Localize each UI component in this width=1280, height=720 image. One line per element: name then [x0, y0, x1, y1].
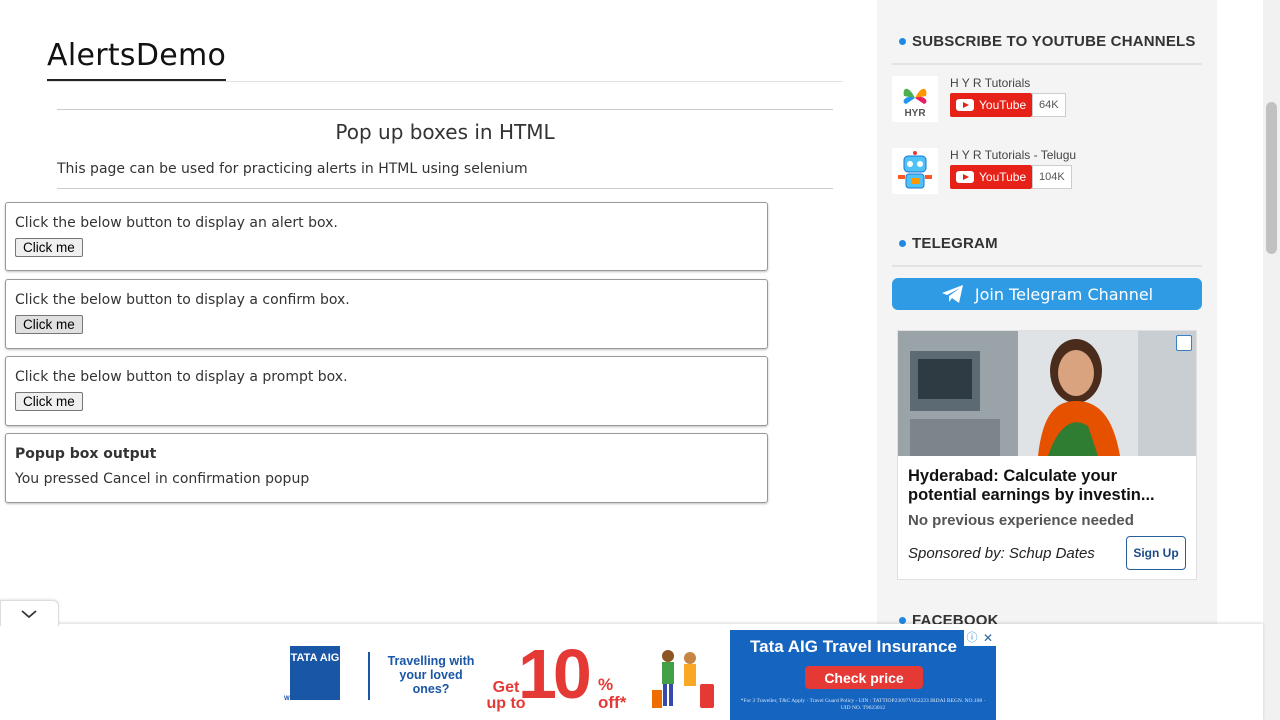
join-telegram-label: Join Telegram Channel [974, 284, 1154, 304]
post-intro: This page can be used for practicing ale… [57, 161, 528, 177]
join-telegram-button[interactable]: Join Telegram Channel [892, 278, 1202, 310]
scrollbar-thumb[interactable] [1266, 102, 1277, 254]
banner-discount-number: 10 [518, 635, 592, 713]
bullet-icon [899, 38, 906, 45]
output-text: You pressed Cancel in confirmation popup [15, 471, 310, 487]
channel-name[interactable]: H Y R Tutorials [950, 76, 1030, 90]
collapse-ad-button[interactable] [0, 600, 59, 626]
subscriber-count: 104K [1032, 165, 1072, 189]
travel-insurance-banner-ad[interactable]: TATA AIG WITH YOU ALWAYS Travelling with… [268, 630, 996, 720]
robot-logo-icon[interactable] [892, 148, 938, 194]
post-divider [57, 188, 833, 189]
chevron-down-icon [21, 610, 37, 619]
ad-sponsor: Sponsored by: Schup Dates [908, 545, 1095, 562]
youtube-divider [892, 63, 1202, 65]
alert-box-text: Click the below button to display an ale… [15, 215, 338, 231]
ad-subline: No previous experience needed [908, 512, 1134, 529]
bullet-icon [899, 240, 906, 247]
youtube-heading: SUBSCRIBE TO YOUTUBE CHANNELS [899, 33, 1196, 50]
banner-left-panel: TATA AIG WITH YOU ALWAYS Travelling with… [268, 630, 730, 720]
confirm-button[interactable]: Click me [15, 315, 83, 334]
prompt-button[interactable]: Click me [15, 392, 83, 411]
youtube-channel-row: HYR H Y R Tutorials YouTube 64K [892, 76, 1192, 128]
post-divider-top [57, 109, 833, 110]
subscriber-count: 64K [1032, 93, 1066, 117]
sidebar: SUBSCRIBE TO YOUTUBE CHANNELS HYR H Y R … [877, 0, 1217, 720]
bullet-icon [899, 617, 906, 624]
check-price-button[interactable]: Check price [805, 666, 923, 689]
youtube-play-icon [956, 171, 974, 183]
banner-right-panel: Tata AIG Travel Insurance Check price *F… [730, 630, 996, 720]
hyr-logo-icon[interactable]: HYR [892, 76, 938, 122]
post-body: Pop up boxes in HTML This page can be us… [57, 109, 833, 189]
output-title: Popup box output [15, 446, 157, 462]
youtube-subscribe-button[interactable]: YouTube [950, 93, 1032, 117]
sponsored-ad-card[interactable]: Hyderabad: Calculate your potential earn… [897, 330, 1197, 580]
telegram-icon [941, 285, 963, 303]
banner-divider [368, 652, 370, 700]
travellers-illustration-icon [652, 650, 714, 708]
telegram-heading: TELEGRAM [899, 235, 998, 252]
alert-button[interactable]: Click me [15, 238, 83, 257]
alert-box-section: Click the below button to display an ale… [5, 202, 768, 271]
youtube-play-icon [956, 99, 974, 111]
youtube-channel-row: H Y R Tutorials - Telugu YouTube 104K [892, 148, 1192, 200]
ad-close-icon[interactable]: ✕ [980, 630, 996, 646]
main-content: AlertsDemo Pop up boxes in HTML This pag… [0, 0, 876, 720]
banner-off-text: % off* [598, 675, 627, 712]
brand-tagline: WITH YOU ALWAYS [284, 696, 341, 702]
prompt-box-text: Click the below button to display a prom… [15, 369, 348, 385]
page-scrollbar[interactable] [1263, 0, 1280, 720]
channel-name[interactable]: H Y R Tutorials - Telugu [950, 148, 1076, 162]
banner-fine-print: *For 3 Traveller, T&C Apply · Travel Gua… [740, 698, 986, 711]
confirm-box-section: Click the below button to display a conf… [5, 279, 768, 349]
output-section: Popup box output You pressed Cancel in c… [5, 433, 768, 503]
post-heading: Pop up boxes in HTML [335, 120, 555, 144]
svg-text:HYR: HYR [904, 108, 926, 119]
confirm-box-text: Click the below button to display a conf… [15, 292, 350, 308]
page-title: AlertsDemo [47, 38, 227, 82]
tata-aig-logo: TATA AIG [290, 646, 340, 700]
banner-tagline: Travelling with your loved ones? [387, 654, 475, 696]
ad-choices-icon[interactable] [1176, 335, 1192, 351]
ad-signup-button[interactable]: Sign Up [1126, 536, 1186, 570]
prompt-box-section: Click the below button to display a prom… [5, 356, 768, 426]
banner-title: Tata AIG Travel Insurance [750, 637, 957, 656]
telegram-divider [892, 265, 1202, 267]
ad-info-icon[interactable]: ⓘ [964, 630, 980, 646]
ad-headline[interactable]: Hyderabad: Calculate your potential earn… [908, 467, 1190, 505]
ad-image[interactable] [898, 331, 1196, 456]
title-divider [47, 81, 843, 82]
youtube-subscribe-button[interactable]: YouTube [950, 165, 1032, 189]
